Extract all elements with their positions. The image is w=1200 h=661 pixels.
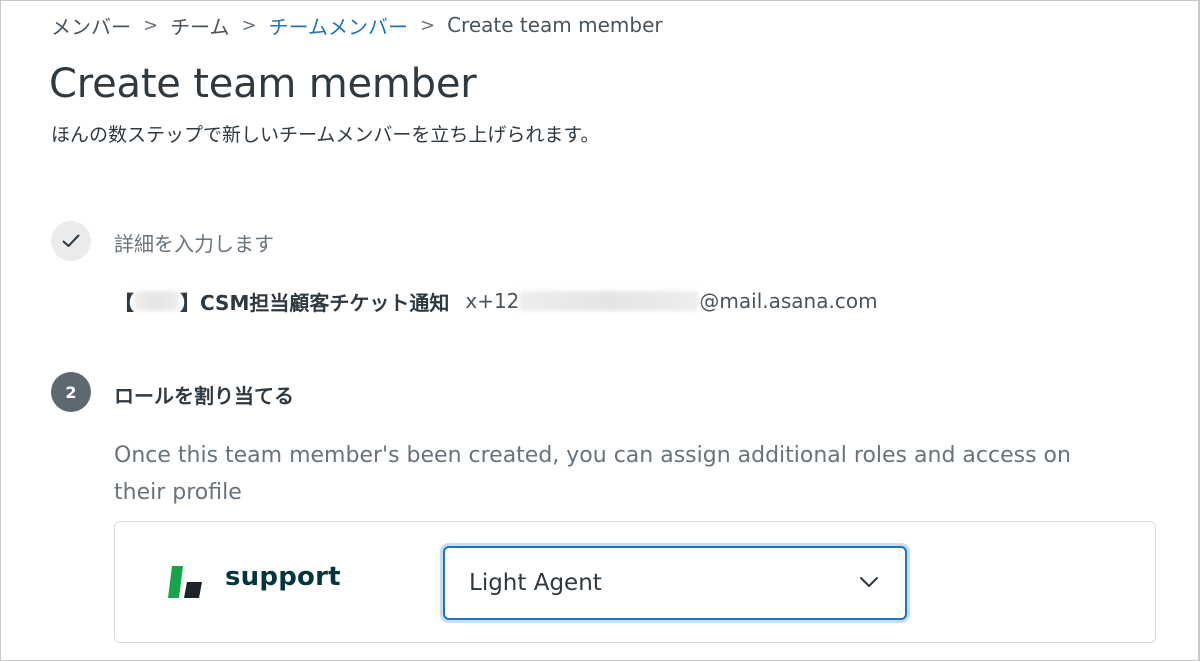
step1-summary: 【 】CSM担当顧客チケット通知 x+12 @mail.asana.com	[114, 286, 878, 316]
breadcrumb-separator: >	[420, 14, 436, 36]
page-subtitle: ほんの数ステップで新しいチームメンバーを立ち上げられます。	[51, 124, 600, 146]
breadcrumb-team[interactable]: チーム	[170, 11, 229, 40]
step1-complete-indicator	[51, 221, 91, 261]
role-select-dropdown[interactable]: Light Agent	[443, 546, 907, 620]
member-name: 【 】CSM担当顧客チケット通知	[114, 287, 449, 316]
page-title: Create team member	[49, 61, 477, 107]
breadcrumb-current: Create team member	[447, 13, 663, 37]
product-name: support	[225, 562, 341, 592]
page-frame: メンバー > チーム > チームメンバー > Create team membe…	[0, 0, 1200, 661]
member-name-prefix: 【	[114, 290, 134, 315]
step1-label: 詳細を入力します	[114, 232, 274, 256]
member-email-suffix: @mail.asana.com	[699, 289, 878, 313]
step2-description: Once this team member's been created, yo…	[114, 443, 1071, 505]
member-email-prefix: x+12	[465, 289, 520, 313]
breadcrumb-separator: >	[143, 14, 159, 36]
member-email: x+12 @mail.asana.com	[465, 289, 877, 313]
chevron-down-icon	[860, 577, 878, 587]
zendesk-support-logo-icon	[168, 566, 202, 598]
breadcrumb-separator: >	[241, 14, 257, 36]
breadcrumb-team-members[interactable]: チームメンバー	[269, 11, 408, 40]
step2-number-badge: 2	[51, 372, 91, 412]
role-select-value: Light Agent	[469, 570, 602, 596]
member-name-suffix: 】CSM担当顧客チケット通知	[180, 290, 450, 315]
checkmark-icon	[62, 234, 80, 247]
breadcrumb: メンバー > チーム > チームメンバー > Create team membe…	[51, 11, 663, 39]
breadcrumb-members[interactable]: メンバー	[51, 11, 131, 40]
redacted-text	[134, 291, 180, 311]
redacted-text	[519, 291, 700, 311]
step2-label: ロールを割り当てる	[114, 384, 294, 408]
role-assignment-card: support Light Agent	[114, 521, 1156, 643]
